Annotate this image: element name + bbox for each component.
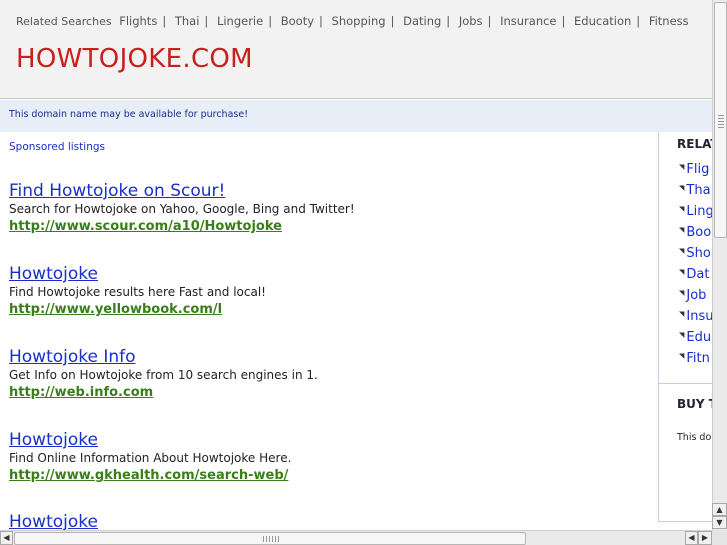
arrow-icon: ◥	[679, 289, 685, 297]
listing: Howtojoke	[9, 512, 98, 530]
horizontal-scroll-thumb[interactable]	[14, 532, 526, 545]
arrow-icon: ◥	[679, 268, 685, 276]
listing-title-link[interactable]: Howtojoke	[9, 430, 291, 450]
related-link-education[interactable]: Education	[574, 14, 631, 28]
arrow-icon: ◥	[679, 184, 685, 192]
scroll-left-button[interactable]: ◀	[0, 531, 13, 545]
chevron-left-icon: ◀	[688, 533, 695, 542]
separator: |	[561, 14, 566, 28]
related-link-lingerie[interactable]: Lingerie	[217, 14, 263, 28]
listing-title-link[interactable]: Howtojoke Info	[9, 347, 318, 367]
separator: |	[636, 14, 641, 28]
listing-url-link[interactable]: http://www.gkhealth.com/search-web/	[9, 467, 291, 485]
sidebar-item-label: Dat	[686, 267, 710, 282]
chevron-left-icon: ◀	[3, 533, 10, 542]
listing-url-link[interactable]: http://web.info.com	[9, 384, 318, 402]
sidebar-item-label: Job	[686, 288, 707, 303]
scroll-up-button[interactable]: ▲	[712, 503, 727, 516]
site-title: HOWTOJOKE.COM	[16, 44, 253, 74]
arrow-icon: ◥	[679, 205, 685, 213]
scrollbar-corner	[712, 530, 727, 545]
sidebar-item-label: Insu	[686, 309, 712, 324]
grip-icon	[263, 536, 279, 542]
sidebar-list: ◥ Flig ◥ Tha ◥ Ling ◥ Boo ◥ Sho ◥ Dat ◥ Job ◥ In…	[679, 162, 712, 372]
arrow-icon: ◥	[679, 310, 685, 318]
grip-icon	[718, 115, 724, 129]
arrow-icon: ◥	[679, 226, 685, 234]
related-searches-bar: Related Searches Flights | Thai | Lingerie…	[16, 14, 689, 28]
chevron-up-icon: ▲	[716, 505, 723, 514]
scroll-left-button-secondary[interactable]: ◀	[685, 531, 698, 545]
sidebar-item-label: Tha	[686, 183, 711, 198]
listing-url-link[interactable]: http://www.yellowbook.com/l	[9, 301, 266, 319]
sidebar-item[interactable]: ◥ Tha	[679, 183, 712, 204]
listing-description: Get Info on Howtojoke from 10 search eng…	[9, 368, 318, 382]
sidebar-item-label: Ling	[686, 204, 712, 219]
listing: Howtojoke Info Get Info on Howtojoke fro…	[9, 347, 318, 402]
page-viewport: Related Searches Flights | Thai | Lingerie…	[0, 0, 712, 530]
separator: |	[204, 14, 209, 28]
listing-url-link[interactable]: http://www.scour.com/a10/Howtojoke	[9, 218, 355, 236]
chevron-right-icon: ▶	[701, 533, 709, 542]
sidebar-item[interactable]: ◥ Boo	[679, 225, 712, 246]
related-link-dating[interactable]: Dating	[403, 14, 441, 28]
listing-description: Search for Howtojoke on Yahoo, Google, B…	[9, 202, 355, 216]
sidebar-item[interactable]: ◥ Insu	[679, 309, 712, 330]
header: Related Searches Flights | Thai | Lingerie…	[0, 0, 712, 99]
sidebar-item[interactable]: ◥ Edu	[679, 330, 712, 351]
related-link-insurance[interactable]: Insurance	[500, 14, 556, 28]
listing: Howtojoke Find Howtojoke results here Fa…	[9, 264, 266, 319]
domain-notice-bar: This domain name may be available for pu…	[0, 100, 712, 132]
separator: |	[487, 14, 492, 28]
sidebar-item[interactable]: ◥ Dat	[679, 267, 712, 288]
domain-notice-text: This domain name may be available for pu…	[9, 109, 249, 120]
sidebar-item-label: Edu	[686, 330, 712, 345]
related-sidebar: RELAT ◥Flig ◥Tha ◥Ling ◥Boo ◥Sho ◥Dat ◥J…	[658, 132, 712, 522]
listing: Find Howtojoke on Scour! Search for Howt…	[9, 181, 355, 236]
arrow-icon: ◥	[679, 331, 685, 339]
related-link-fitness[interactable]: Fitness	[649, 14, 689, 28]
listing-title-link[interactable]: Howtojoke	[9, 264, 266, 284]
listing-title-link[interactable]: Howtojoke	[9, 512, 98, 530]
scroll-down-button[interactable]: ▼	[712, 516, 727, 529]
listing-description: Find Online Information About Howtojoke …	[9, 451, 292, 465]
separator: |	[319, 14, 323, 28]
vertical-scroll-thumb[interactable]	[714, 2, 727, 238]
sidebar-item-label: Flig	[686, 162, 710, 177]
buy-text: This dor	[677, 432, 712, 443]
arrow-icon: ◥	[679, 352, 685, 360]
related-searches-label: Related Searches	[16, 15, 112, 28]
chevron-down-icon: ▼	[716, 518, 723, 527]
related-link-flights[interactable]: Flights	[119, 14, 157, 28]
listing: Howtojoke Find Online Information About …	[9, 430, 291, 485]
separator: |	[162, 14, 167, 28]
sidebar-item[interactable]: ◥ Flig	[679, 162, 712, 183]
related-link-booty[interactable]: Booty	[281, 14, 314, 28]
sidebar-divider	[659, 383, 712, 384]
related-link-thai[interactable]: Thai	[175, 14, 200, 28]
buy-heading: BUY T	[677, 397, 712, 411]
sidebar-item[interactable]: ◥ Job	[679, 288, 712, 309]
sidebar-item[interactable]: ◥ Ling	[679, 204, 712, 225]
related-link-jobs[interactable]: Jobs	[459, 14, 483, 28]
arrow-icon: ◥	[679, 163, 685, 171]
sponsored-listings-link[interactable]: Sponsored listings	[9, 141, 105, 153]
sidebar-item[interactable]: ◥ Sho	[679, 246, 712, 267]
separator: |	[390, 14, 395, 28]
sidebar-heading: RELAT	[677, 137, 712, 151]
horizontal-scrollbar[interactable]	[0, 530, 712, 545]
scroll-right-button[interactable]: ▶	[698, 531, 712, 545]
separator: |	[268, 14, 273, 28]
listing-title-link[interactable]: Find Howtojoke on Scour!	[9, 181, 355, 201]
related-link-shopping[interactable]: Shopping	[332, 14, 386, 28]
vertical-scrollbar[interactable]	[712, 0, 727, 530]
listing-description: Find Howtojoke results here Fast and loc…	[9, 285, 266, 299]
sidebar-item-label: Sho	[686, 246, 711, 261]
sidebar-item[interactable]: ◥ Fitn	[679, 351, 712, 372]
separator: |	[446, 14, 451, 28]
arrow-icon: ◥	[679, 247, 685, 255]
sidebar-item-label: Fitn	[686, 351, 710, 366]
sidebar-item-label: Boo	[686, 225, 712, 240]
